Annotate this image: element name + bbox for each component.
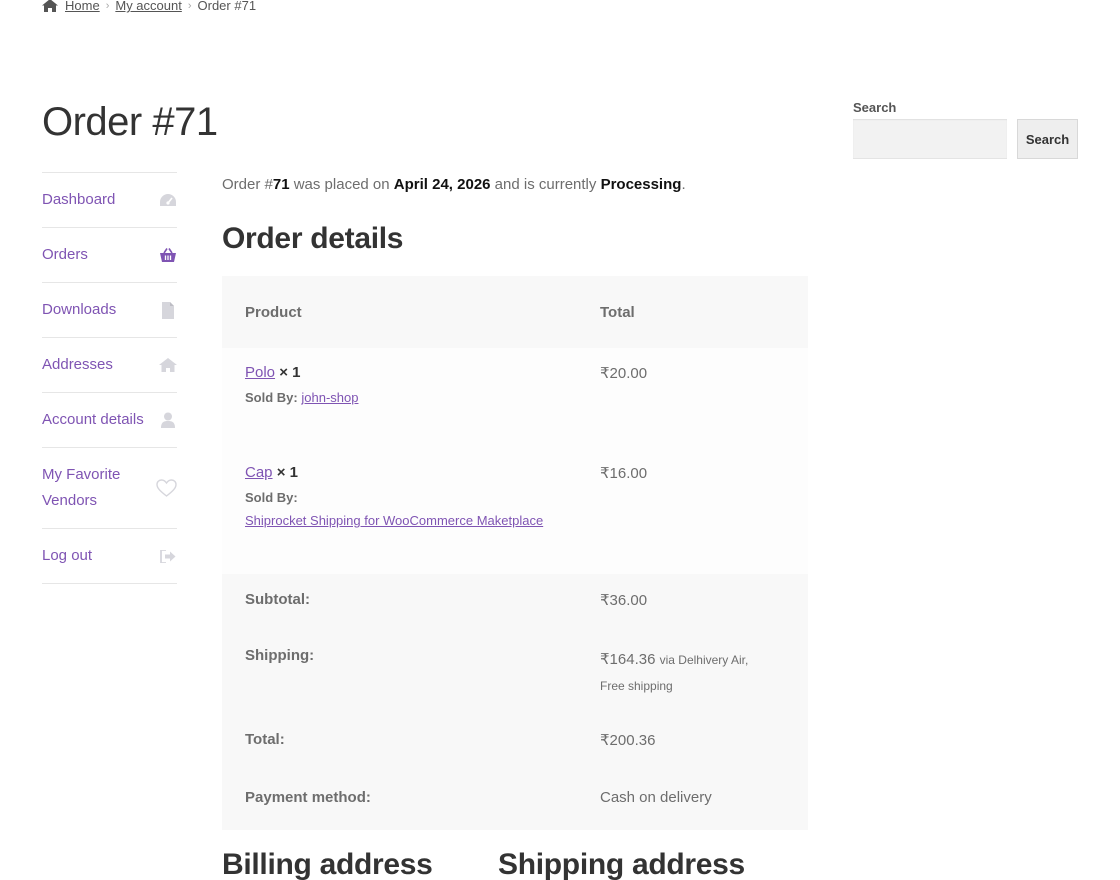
search-form: Search: [853, 119, 1078, 159]
payment-method-value: Cash on delivery: [577, 774, 808, 830]
summary-suffix: .: [681, 176, 686, 193]
nav-label: Dashboard: [42, 191, 116, 208]
nav-label: My Favorite Vendors: [42, 466, 121, 509]
dashboard-gauge-icon: [159, 191, 177, 209]
order-details-table: Product Total Polo × 1 Sold By: john-sho…: [222, 276, 808, 830]
billing-address-title: Billing address: [222, 848, 433, 880]
home-icon: [159, 356, 177, 374]
nav-label: Account details: [42, 411, 144, 428]
table-row: Cap × 1 Sold By: Shiprocket Shipping for…: [222, 448, 808, 574]
breadcrumb: Home › My account › Order #71: [42, 0, 256, 13]
product-quantity: × 1: [276, 464, 298, 481]
total-label: Total:: [222, 716, 577, 774]
search-label: Search: [853, 100, 897, 115]
account-nav-downloads[interactable]: Downloads: [42, 283, 177, 338]
breadcrumb-separator: ›: [105, 0, 110, 12]
total-row: Total: ₹200.36: [222, 716, 808, 774]
line-total: ₹16.00: [577, 448, 808, 574]
account-nav-dashboard[interactable]: Dashboard: [42, 173, 177, 228]
heart-icon: [155, 479, 177, 497]
sold-by: Sold By: john-shop: [245, 386, 577, 409]
account-nav-account-details[interactable]: Account details: [42, 393, 177, 448]
table-header-row: Product Total: [222, 276, 808, 348]
subtotal-label: Subtotal:: [222, 574, 577, 632]
summary-prefix: Order #: [222, 176, 273, 193]
product-cell: Polo × 1 Sold By: john-shop: [222, 348, 577, 448]
product-link[interactable]: Polo: [245, 364, 275, 381]
order-main-content: Order #71 was placed on April 24, 2026 a…: [222, 170, 808, 256]
account-nav-orders[interactable]: Orders: [42, 228, 177, 283]
shipping-cell: ₹164.36 via Delhivery Air, Free shipping: [577, 632, 808, 716]
nav-label: Addresses: [42, 356, 113, 373]
vendor-link[interactable]: john-shop: [301, 390, 358, 405]
sold-by-label: Sold By:: [245, 390, 298, 405]
nav-label: Log out: [42, 547, 93, 564]
product-cell: Cap × 1 Sold By: Shiprocket Shipping for…: [222, 448, 577, 574]
subtotal-row: Subtotal: ₹36.00: [222, 574, 808, 632]
sold-by-label: Sold By:: [245, 490, 298, 505]
nav-label: Orders: [42, 246, 88, 263]
search-button[interactable]: Search: [1017, 119, 1078, 159]
sign-out-icon: [159, 547, 177, 565]
product-link[interactable]: Cap: [245, 464, 273, 481]
summary-placed-text: was placed on: [289, 176, 394, 193]
order-date: April 24, 2026: [393, 176, 491, 193]
home-icon: [42, 0, 58, 12]
subtotal-value: ₹36.00: [577, 574, 808, 632]
search-widget: Search Search: [853, 100, 1078, 159]
summary-status-text: and is currently: [490, 176, 601, 193]
payment-method-label: Payment method:: [222, 774, 577, 830]
account-nav-addresses[interactable]: Addresses: [42, 338, 177, 393]
shipping-label: Shipping:: [222, 632, 577, 716]
user-icon: [159, 411, 177, 429]
nav-label: Downloads: [42, 301, 117, 318]
page-title: Order #71: [42, 100, 218, 144]
account-navigation: Dashboard Orders Downloads Addresses Acc…: [42, 172, 177, 584]
breadcrumb-home-link[interactable]: Home: [65, 0, 100, 13]
order-status: Processing: [600, 176, 682, 193]
shipping-value-wrap: ₹164.36 via Delhivery Air, Free shipping: [600, 647, 770, 699]
total-column-header: Total: [577, 276, 808, 348]
shipping-value: ₹164.36: [600, 651, 656, 668]
basket-icon: [159, 246, 177, 264]
product-quantity: × 1: [279, 364, 301, 381]
payment-method-row: Payment method: Cash on delivery: [222, 774, 808, 830]
order-number: 71: [272, 176, 290, 193]
vendor-link[interactable]: Shiprocket Shipping for WooCommerce Make…: [245, 513, 543, 528]
search-input[interactable]: [853, 119, 1007, 159]
account-nav-favorite-vendors[interactable]: My Favorite Vendors: [42, 448, 177, 529]
shipping-row: Shipping: ₹164.36 via Delhivery Air, Fre…: [222, 632, 808, 716]
breadcrumb-my-account-link[interactable]: My account: [115, 0, 181, 13]
breadcrumb-separator: ›: [187, 0, 192, 12]
account-nav-logout[interactable]: Log out: [42, 529, 177, 584]
total-value: ₹200.36: [577, 716, 808, 774]
product-column-header: Product: [222, 276, 577, 348]
order-summary-text: Order #71 was placed on April 24, 2026 a…: [222, 170, 808, 200]
breadcrumb-current: Order #71: [197, 0, 257, 13]
file-icon: [159, 301, 177, 319]
order-details-title: Order details: [222, 222, 404, 255]
table-row: Polo × 1 Sold By: john-shop ₹20.00: [222, 348, 808, 448]
shipping-address-title: Shipping address: [498, 848, 745, 880]
sold-by: Sold By: Shiprocket Shipping for WooComm…: [245, 486, 577, 532]
line-total: ₹20.00: [577, 348, 808, 448]
